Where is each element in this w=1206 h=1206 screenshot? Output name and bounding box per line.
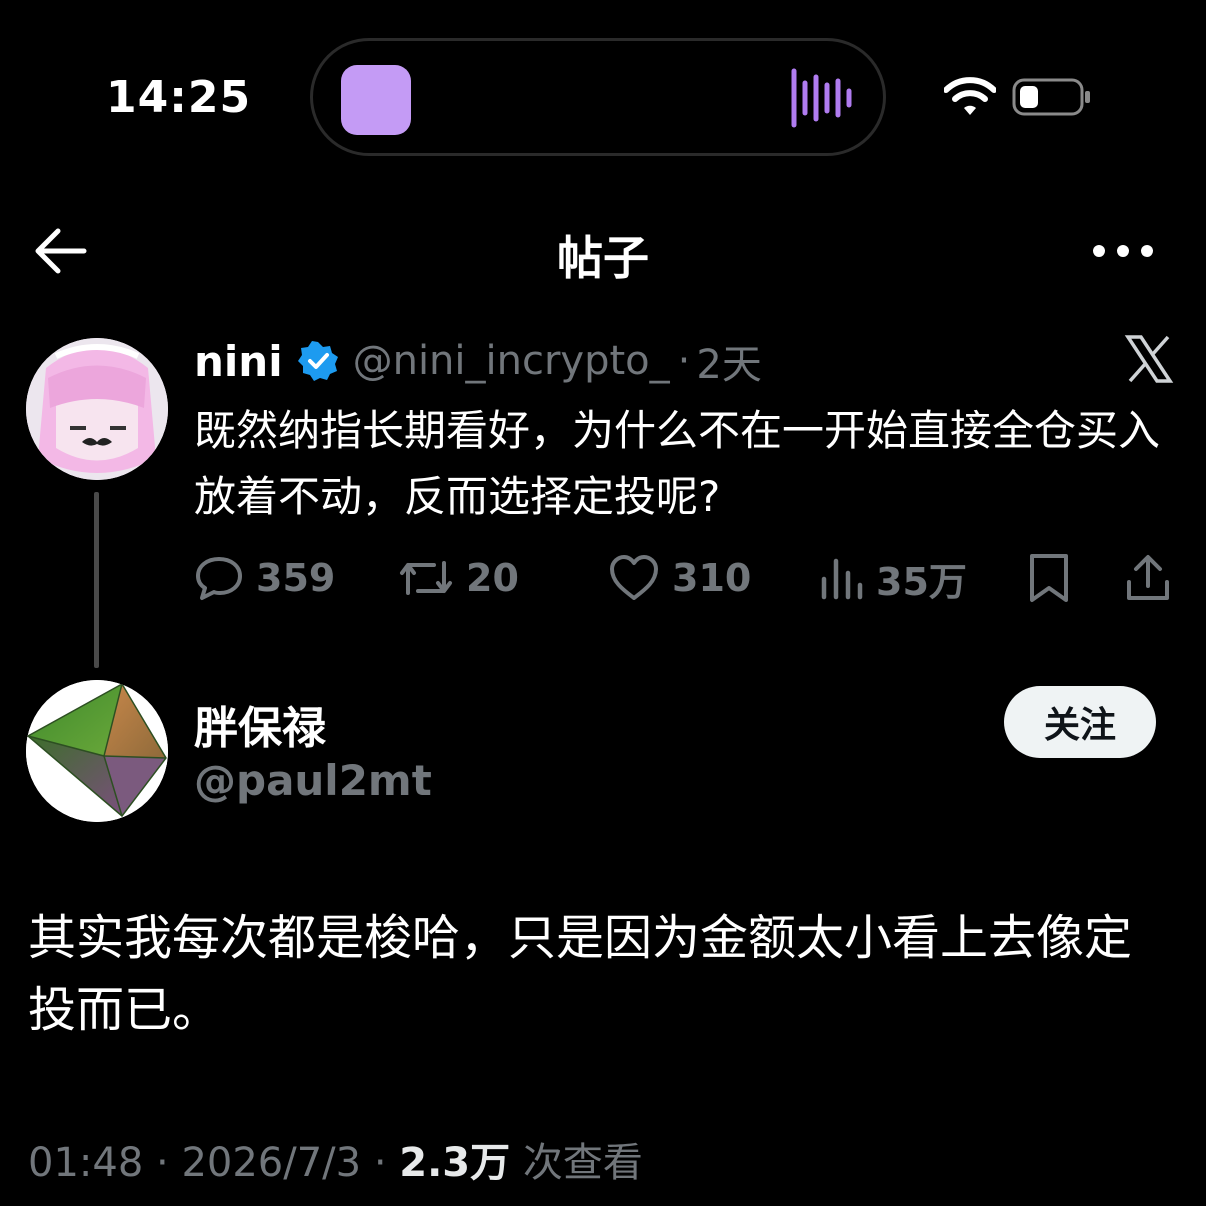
repost-icon (400, 561, 452, 595)
follow-button[interactable]: 关注 (1004, 686, 1156, 758)
x-logo-icon (1124, 335, 1174, 383)
avatar-paul2mt[interactable] (26, 680, 168, 822)
post-text[interactable]: 其实我每次都是梭哈，只是因为金额太小看上去像定投而已。 (28, 902, 1178, 1046)
thread-line (94, 492, 99, 668)
audio-waveform-icon (791, 68, 852, 128)
page-title: 帖子 (557, 231, 649, 285)
reply-button[interactable]: 359 (194, 548, 335, 608)
post-date: 2026/7/3 (181, 1140, 362, 1186)
separator-dot: · (156, 1140, 169, 1186)
share-icon (1127, 555, 1169, 600)
quoted-post-header: nini @nini_incrypto_ · 2天 (194, 332, 762, 390)
reply-icon (196, 557, 242, 600)
dynamic-island[interactable] (310, 38, 886, 156)
quoted-post-age: 2天 (696, 342, 762, 388)
quoted-author-handle[interactable]: @nini_incrypto_ (353, 338, 670, 384)
post-views-count[interactable]: 2.3万 (399, 1140, 510, 1186)
wifi-icon (944, 77, 996, 115)
repost-count: 20 (466, 556, 519, 600)
author-handle[interactable]: @paul2mt (194, 756, 432, 805)
post-metadata: 01:48 · 2026/7/3 · 2.3万 次查看 (28, 1130, 643, 1188)
bookmark-icon (1030, 554, 1068, 602)
views-chart-icon (821, 558, 863, 600)
quoted-post-text[interactable]: 既然纳指长期看好，为什么不在一开始直接全仓买入放着不动，反而选择定投呢? (194, 398, 1164, 530)
reply-count: 359 (256, 556, 336, 600)
views-button[interactable]: 35万 (818, 548, 967, 608)
quoted-author-name[interactable]: nini (194, 337, 283, 386)
bookmark-button[interactable] (1026, 548, 1084, 608)
app-icon[interactable] (341, 65, 411, 135)
views-count: 35万 (876, 559, 967, 604)
quoted-post-actions: 359 20 310 35万 (194, 548, 1174, 608)
heart-icon (610, 555, 658, 600)
battery-icon (1012, 78, 1090, 116)
more-options-icon[interactable] (1090, 236, 1156, 266)
separator-dot: · (373, 1140, 387, 1186)
like-count: 310 (672, 556, 752, 600)
separator-dot: · (677, 338, 691, 384)
post-time: 01:48 (28, 1140, 144, 1186)
like-button[interactable]: 310 (608, 548, 751, 608)
avatar-nini[interactable] (26, 338, 168, 480)
post-views-label: 次查看 (522, 1140, 643, 1186)
author-name[interactable]: 胖保禄 (194, 692, 326, 756)
status-time: 14:25 (106, 72, 252, 123)
verified-badge-icon (297, 341, 338, 381)
share-button[interactable] (1124, 548, 1184, 608)
repost-button[interactable]: 20 (398, 548, 519, 608)
